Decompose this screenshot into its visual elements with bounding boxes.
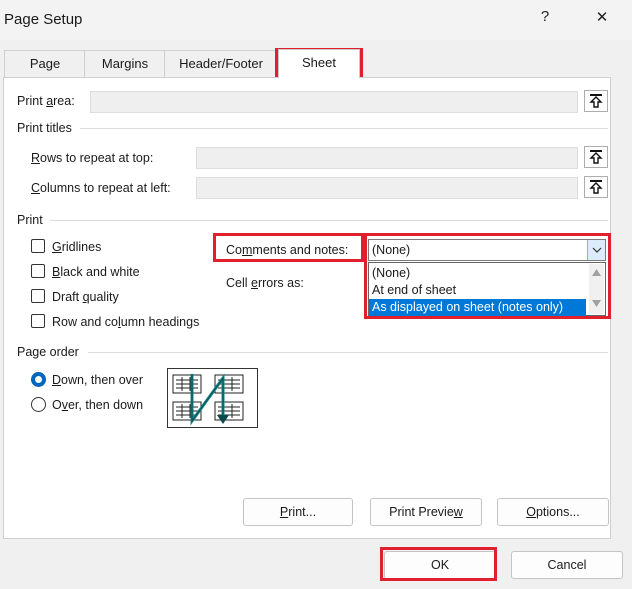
background-sheet-edge xyxy=(455,0,495,3)
tab-sheet[interactable]: Sheet xyxy=(278,49,360,78)
tab-label: Margins xyxy=(101,56,149,71)
divider xyxy=(88,352,608,353)
columns-to-repeat-field[interactable] xyxy=(196,177,578,199)
cell-errors-label: Cell errors as: xyxy=(226,276,304,290)
gridlines-checkbox[interactable] xyxy=(31,239,45,253)
rows-to-repeat-field[interactable] xyxy=(196,147,578,169)
down-then-over-label: Down, then over xyxy=(52,373,144,387)
comments-notes-label: Comments and notes: xyxy=(226,243,349,257)
dropdown-option[interactable]: (None) xyxy=(369,265,586,282)
cancel-button[interactable]: Cancel xyxy=(511,551,623,579)
print-heading: Print xyxy=(17,213,43,227)
upload-arrow-icon xyxy=(589,180,603,194)
row-column-headings-label: Row and column headings xyxy=(52,315,200,329)
dropdown-toggle[interactable] xyxy=(587,240,605,260)
listbox-scrollbar[interactable] xyxy=(589,264,604,314)
print-area-collapse-button[interactable] xyxy=(584,90,608,112)
row-column-headings-checkbox[interactable] xyxy=(31,314,45,328)
dropdown-option[interactable]: At end of sheet xyxy=(369,282,586,299)
tab-label: Sheet xyxy=(302,55,336,70)
over-then-down-radio[interactable] xyxy=(31,397,46,412)
dropdown-option-highlighted[interactable]: As displayed on sheet (notes only) xyxy=(369,299,586,316)
options-button[interactable]: Options... xyxy=(497,498,609,526)
tab-margins[interactable]: Margins xyxy=(84,50,166,77)
title-bar: Page Setup ? ✕ xyxy=(0,0,632,40)
divider xyxy=(80,128,608,129)
divider xyxy=(50,220,608,221)
draft-quality-checkbox[interactable] xyxy=(31,289,45,303)
columns-to-repeat-label: Columns to repeat at left: xyxy=(31,181,171,195)
rows-to-repeat-label: Rows to repeat at top: xyxy=(31,151,154,165)
rows-collapse-button[interactable] xyxy=(584,146,608,168)
background-sheet-edge xyxy=(210,0,224,3)
scroll-down-arrow-icon[interactable] xyxy=(592,300,601,307)
print-button[interactable]: Print... xyxy=(243,498,353,526)
tab-header-footer[interactable]: Header/Footer xyxy=(164,50,278,77)
tab-page[interactable]: Page xyxy=(4,50,86,77)
help-icon: ? xyxy=(540,8,550,25)
print-preview-button[interactable]: Print Preview xyxy=(370,498,482,526)
ok-button[interactable]: OK xyxy=(384,551,496,579)
columns-collapse-button[interactable] xyxy=(584,176,608,198)
dropdown-selected-value: (None) xyxy=(372,243,411,257)
help-button[interactable]: ? xyxy=(530,8,560,25)
chevron-down-icon xyxy=(592,247,601,253)
page-order-preview xyxy=(167,368,258,428)
scroll-up-arrow-icon[interactable] xyxy=(592,269,601,276)
upload-arrow-icon xyxy=(589,150,603,164)
tab-label: Page xyxy=(29,56,61,71)
dialog-title: Page Setup xyxy=(4,11,83,28)
close-icon: ✕ xyxy=(595,9,609,26)
print-area-label: Print area: xyxy=(17,94,75,108)
print-area-field[interactable] xyxy=(90,91,578,113)
down-then-over-radio[interactable] xyxy=(31,372,46,387)
background-sheet-edge xyxy=(300,0,340,3)
page-order-heading: Page order xyxy=(17,345,79,359)
print-titles-heading: Print titles xyxy=(17,121,72,135)
gridlines-label: Gridlines xyxy=(52,240,102,254)
draft-quality-label: Draft quality xyxy=(52,290,119,304)
black-and-white-label: Black and white xyxy=(52,265,140,279)
black-and-white-checkbox[interactable] xyxy=(31,264,45,278)
upload-arrow-icon xyxy=(589,94,603,108)
comments-notes-listbox: (None) At end of sheet As displayed on s… xyxy=(368,262,606,316)
page-setup-dialog: Page Setup ? ✕ Page Margins Header/Foote… xyxy=(0,0,632,589)
page-order-diagram-icon xyxy=(172,373,244,426)
tab-label: Header/Footer xyxy=(179,56,263,71)
close-button[interactable]: ✕ xyxy=(587,8,617,26)
over-then-down-label: Over, then down xyxy=(52,398,144,412)
comments-notes-dropdown[interactable]: (None) xyxy=(368,239,606,261)
